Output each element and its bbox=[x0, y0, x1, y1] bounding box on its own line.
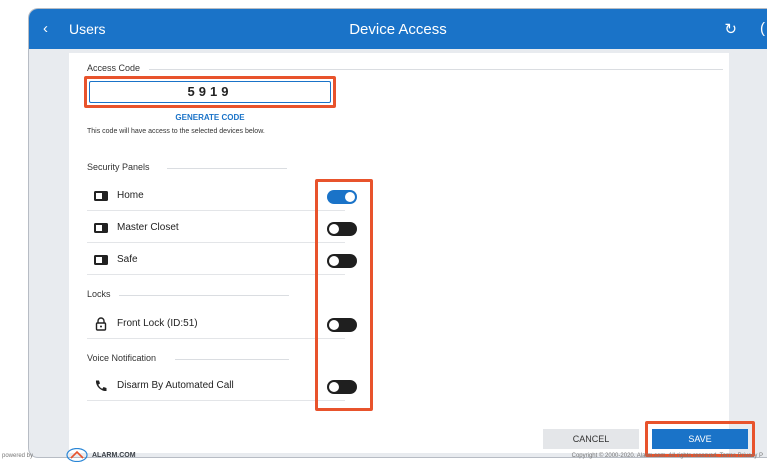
device-label: Home bbox=[117, 190, 144, 201]
powered-by-text: powered by bbox=[2, 453, 34, 459]
divider bbox=[175, 359, 289, 360]
device-row-master-closet: Master Closet bbox=[87, 213, 357, 243]
panel-icon bbox=[94, 223, 108, 233]
panel-icon bbox=[94, 255, 108, 265]
device-label: Front Lock (ID:51) bbox=[117, 318, 198, 329]
cancel-button[interactable]: CANCEL bbox=[543, 429, 639, 449]
device-access-card: Access Code 5919 GENERATE CODE This code… bbox=[69, 53, 755, 457]
panel-icon bbox=[94, 191, 108, 201]
phone-icon bbox=[95, 380, 107, 392]
access-code-label: Access Code bbox=[87, 63, 141, 73]
highlight-box-code bbox=[84, 76, 336, 108]
device-label: Safe bbox=[117, 254, 138, 265]
divider bbox=[167, 168, 287, 169]
footer: powered by ALARM.COM Copyright © 2000-20… bbox=[0, 448, 767, 462]
alarm-logo-icon bbox=[66, 448, 88, 462]
device-frame: ‹ Users Device Access ↻ ( Access Code 59… bbox=[28, 8, 767, 458]
divider bbox=[119, 295, 289, 296]
device-row-disarm-call: Disarm By Automated Call bbox=[87, 371, 357, 401]
lock-icon bbox=[95, 317, 107, 331]
device-label: Disarm By Automated Call bbox=[117, 380, 234, 391]
locks-label: Locks bbox=[87, 289, 111, 299]
voice-notification-label: Voice Notification bbox=[87, 353, 157, 363]
access-code-helper-text: This code will have access to the select… bbox=[87, 128, 265, 135]
top-bar: ‹ Users Device Access ↻ ( bbox=[29, 9, 767, 49]
device-row-front-lock: Front Lock (ID:51) bbox=[87, 309, 357, 339]
generate-code-button[interactable]: GENERATE CODE bbox=[89, 113, 331, 122]
device-row-home: Home bbox=[87, 181, 357, 211]
page-title: Device Access bbox=[349, 21, 447, 38]
device-label: Master Closet bbox=[117, 222, 179, 233]
copyright-text: Copyright © 2000-2020. Alarm.com. All ri… bbox=[571, 453, 763, 459]
brand-name: ALARM.COM bbox=[92, 452, 136, 459]
clipped-icon: ( bbox=[760, 20, 765, 37]
refresh-icon[interactable]: ↻ bbox=[724, 20, 737, 38]
highlight-box-toggles bbox=[315, 179, 373, 411]
divider bbox=[149, 69, 723, 70]
security-panels-label: Security Panels bbox=[87, 162, 150, 172]
device-row-safe: Safe bbox=[87, 245, 357, 275]
